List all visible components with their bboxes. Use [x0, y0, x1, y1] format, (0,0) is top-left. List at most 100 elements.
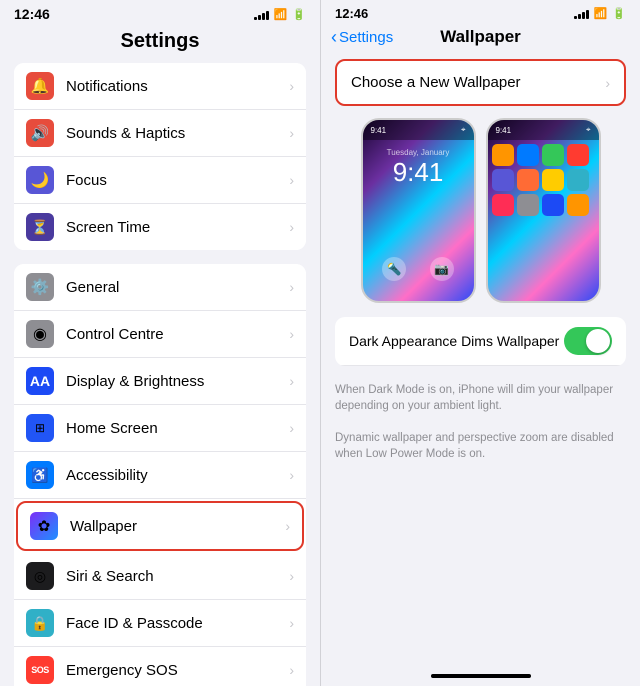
chevron-icon: ›	[289, 78, 294, 94]
sidebar-item-accessibility[interactable]: ♿ Accessibility ›	[14, 452, 306, 499]
sidebar-item-faceid[interactable]: 🔒 Face ID & Passcode ›	[14, 600, 306, 647]
right-status-icons: 📶 🔋	[574, 7, 626, 20]
wifi-icon: 📶	[274, 8, 288, 21]
controlcentre-label: Control Centre	[66, 326, 289, 343]
app-icon-10	[517, 194, 539, 216]
chevron-icon: ›	[285, 518, 290, 534]
controlcentre-icon: ◉	[26, 320, 54, 348]
homescreen-icon: ⊞	[26, 414, 54, 442]
sidebar-item-general[interactable]: ⚙️ General ›	[14, 264, 306, 311]
accessibility-label: Accessibility	[66, 467, 289, 484]
chevron-icon: ›	[289, 615, 294, 631]
right-time: 12:46	[335, 6, 368, 21]
app-icon-9	[492, 194, 514, 216]
dark-appearance-toggle[interactable]	[564, 327, 612, 355]
emergencysos-label: Emergency SOS	[66, 662, 289, 679]
chevron-icon: ›	[289, 568, 294, 584]
general-icon: ⚙️	[26, 273, 54, 301]
phone-camera-icon: 📷	[430, 257, 454, 281]
settings-title: Settings	[0, 26, 320, 63]
right-nav: ‹ Settings Wallpaper	[321, 25, 640, 55]
notifications-label: Notifications	[66, 78, 289, 95]
right-scroll: Choose a New Wallpaper › 9:41 ⌖ Tuesday,…	[321, 55, 640, 674]
sidebar-item-wallpaper[interactable]: ✿ Wallpaper ›	[16, 501, 304, 551]
choose-wallpaper-item[interactable]: Choose a New Wallpaper ›	[337, 61, 624, 104]
right-wifi-icon: 📶	[594, 7, 608, 20]
sidebar-item-emergencysos[interactable]: SOS Emergency SOS ›	[14, 647, 306, 686]
wallpaper-preview-container: 9:41 ⌖ Tuesday, January 9:41 🔦 📷 9:41 ⌖	[321, 118, 640, 317]
right-battery-icon: 🔋	[612, 7, 626, 20]
right-status-bar: 12:46 📶 🔋	[321, 0, 640, 25]
phone-icons-left: ⌖	[461, 125, 466, 135]
chevron-icon: ›	[289, 662, 294, 678]
back-button[interactable]: ‹ Settings	[331, 27, 393, 48]
phone-top-bar-right: 9:41 ⌖	[488, 120, 599, 140]
focus-label: Focus	[66, 172, 289, 189]
dark-appearance-label: Dark Appearance Dims Wallpaper	[349, 333, 564, 349]
general-label: General	[66, 279, 289, 296]
sidebar-item-display[interactable]: AA Display & Brightness ›	[14, 358, 306, 405]
chevron-icon: ›	[289, 125, 294, 141]
app-icon-2	[517, 144, 539, 166]
app-icon-8	[567, 169, 589, 191]
chevron-icon: ›	[289, 172, 294, 188]
wallpaper-label: Wallpaper	[70, 518, 285, 535]
app-icon-4	[567, 144, 589, 166]
chevron-left-icon: ‹	[331, 27, 337, 48]
wallpaper-icon: ✿	[30, 512, 58, 540]
app-icon-7	[542, 169, 564, 191]
settings-group-1: 🔔 Notifications › 🔊 Sounds & Haptics › 🌙…	[14, 63, 306, 250]
screentime-icon: ⏳	[26, 213, 54, 241]
phone-bigtime-left: 9:41	[363, 157, 474, 188]
choose-wallpaper-label: Choose a New Wallpaper	[351, 74, 605, 91]
display-label: Display & Brightness	[66, 373, 289, 390]
homescreen-label: Home Screen	[66, 420, 289, 437]
faceid-label: Face ID & Passcode	[66, 615, 289, 632]
chevron-icon: ›	[289, 326, 294, 342]
phone-flashlight-icon: 🔦	[382, 257, 406, 281]
lockscreen-mockup: 9:41 ⌖ Tuesday, January 9:41 🔦 📷	[361, 118, 476, 303]
sidebar-item-siri[interactable]: ◎ Siri & Search ›	[14, 553, 306, 600]
battery-icon: 🔋	[292, 8, 306, 21]
choose-wallpaper-box[interactable]: Choose a New Wallpaper ›	[335, 59, 626, 106]
chevron-icon: ›	[289, 420, 294, 436]
sidebar-item-sounds[interactable]: 🔊 Sounds & Haptics ›	[14, 110, 306, 157]
app-icon-5	[492, 169, 514, 191]
app-icon-12	[567, 194, 589, 216]
phone-date-left: Tuesday, January	[363, 148, 474, 157]
chevron-icon: ›	[289, 219, 294, 235]
sounds-icon: 🔊	[26, 119, 54, 147]
app-icon-1	[492, 144, 514, 166]
choose-chevron-icon: ›	[605, 75, 610, 91]
notifications-icon: 🔔	[26, 72, 54, 100]
siri-label: Siri & Search	[66, 568, 289, 585]
right-panel: 12:46 📶 🔋 ‹ Settings Wallpaper Choose a …	[320, 0, 640, 686]
siri-icon: ◎	[26, 562, 54, 590]
phone-icons-right: ⌖	[586, 125, 591, 135]
homescreen-mockup: 9:41 ⌖	[486, 118, 601, 303]
display-icon: AA	[26, 367, 54, 395]
sidebar-item-homescreen[interactable]: ⊞ Home Screen ›	[14, 405, 306, 452]
app-icon-3	[542, 144, 564, 166]
chevron-icon: ›	[289, 279, 294, 295]
right-signal-icon	[574, 8, 589, 19]
app-icon-6	[517, 169, 539, 191]
left-panel: 12:46 📶 🔋 Settings 🔔 Notifications › 🔊 S…	[0, 0, 320, 686]
sidebar-item-notifications[interactable]: 🔔 Notifications ›	[14, 63, 306, 110]
phone-time-left: 9:41	[371, 126, 387, 135]
home-bar	[431, 674, 531, 678]
left-status-icons: 📶 🔋	[254, 8, 306, 21]
phone-app-grid	[488, 140, 599, 220]
sidebar-item-screentime[interactable]: ⏳ Screen Time ›	[14, 204, 306, 250]
signal-icon	[254, 9, 269, 20]
settings-scroll: 🔔 Notifications › 🔊 Sounds & Haptics › 🌙…	[0, 63, 320, 686]
chevron-icon: ›	[289, 467, 294, 483]
dark-appearance-row: Dark Appearance Dims Wallpaper	[335, 317, 626, 366]
sidebar-item-focus[interactable]: 🌙 Focus ›	[14, 157, 306, 204]
left-time: 12:46	[14, 6, 50, 22]
accessibility-icon: ♿	[26, 461, 54, 489]
desc1-text: When Dark Mode is on, iPhone will dim yo…	[321, 374, 640, 422]
settings-group-2: ⚙️ General › ◉ Control Centre › AA Displ…	[14, 264, 306, 686]
focus-icon: 🌙	[26, 166, 54, 194]
sidebar-item-controlcentre[interactable]: ◉ Control Centre ›	[14, 311, 306, 358]
